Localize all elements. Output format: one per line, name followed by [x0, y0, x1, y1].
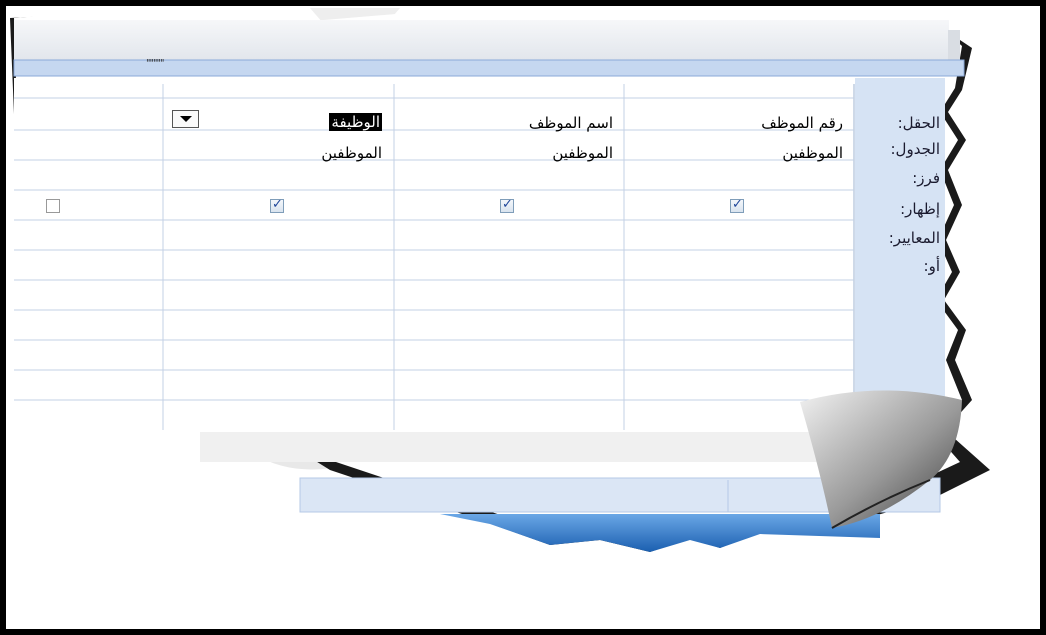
column-1-table[interactable]: الموظفين	[782, 144, 843, 162]
column-1-field[interactable]: رقم الموظف	[761, 114, 843, 132]
row-label-or: أو:	[923, 257, 940, 275]
column-1-show-checkbox[interactable]: ✓	[730, 197, 744, 213]
column-3-field[interactable]: الوظيفة	[329, 113, 382, 131]
check-icon: ✓	[732, 197, 743, 212]
designer-top-bar	[14, 20, 949, 60]
row-label-show: إظهار:	[900, 200, 940, 218]
row-label-criteria: المعايير:	[888, 229, 940, 247]
splitter-grip[interactable]: ''''''''''	[146, 58, 164, 69]
column-4-show-checkbox[interactable]	[46, 199, 60, 213]
designer-top-bar-right	[948, 30, 960, 60]
row-label-table: الجدول:	[890, 140, 941, 158]
row-label-sort: فرز:	[912, 169, 940, 187]
column-2-show-checkbox[interactable]: ✓	[500, 197, 514, 213]
column-2-field[interactable]: اسم الموظف	[529, 114, 613, 132]
chevron-down-icon	[180, 116, 192, 122]
column-3-field-selected-text[interactable]: الوظيفة	[329, 113, 382, 131]
torn-page-graphic	[10, 8, 990, 552]
column-2-table[interactable]: الموظفين	[552, 144, 613, 162]
check-icon: ✓	[502, 197, 513, 212]
column-3-show-checkbox[interactable]: ✓	[270, 197, 284, 213]
screenshot-frame: '''''''''' الحقل: الجدول: فرز: إظهار: ال…	[0, 0, 1046, 635]
check-icon: ✓	[272, 197, 283, 212]
taskbar-strip	[440, 514, 880, 552]
grid-area	[14, 78, 854, 433]
row-label-field: الحقل:	[897, 114, 940, 132]
column-3-table[interactable]: الموظفين	[321, 144, 382, 162]
column-3-field-dropdown[interactable]	[172, 110, 199, 128]
